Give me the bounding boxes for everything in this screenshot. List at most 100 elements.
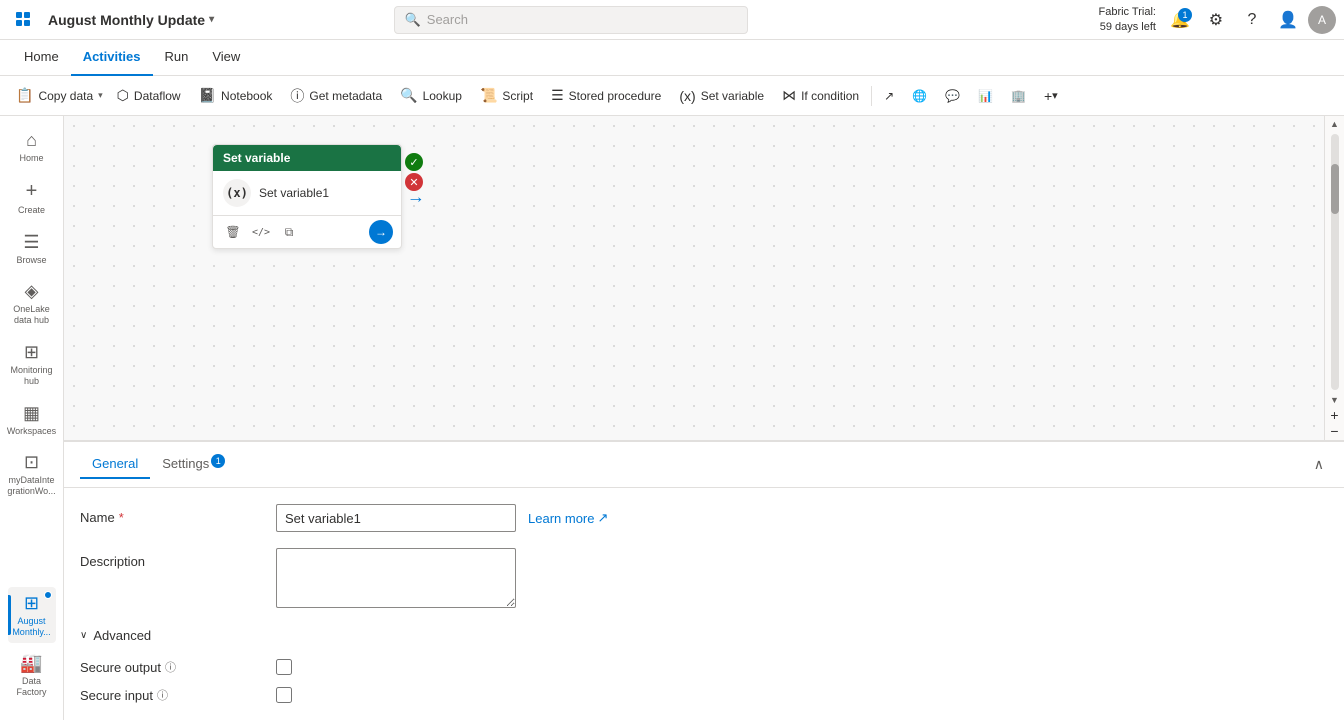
zoom-in-button[interactable]: + [1327, 408, 1343, 424]
bottom-tab-settings[interactable]: Settings 1 [150, 450, 229, 479]
set-variable-button[interactable]: (x) Set variable [671, 80, 772, 112]
notebook-icon: 📓 [199, 87, 216, 104]
sidebar-item-onelake[interactable]: ◈ OneLake data hub [8, 275, 56, 332]
sidebar-item-monitoring[interactable]: ⊞ Monitoring hub [8, 336, 56, 393]
name-input[interactable] [276, 504, 516, 532]
secure-output-info-icon[interactable]: ⓘ [165, 659, 176, 675]
activity-node-icon-circle: (x) [223, 179, 251, 207]
sidebar-item-august-monthly[interactable]: ⊞ August Monthly... [8, 587, 56, 644]
scroll-up-button[interactable]: ▲ [1327, 116, 1343, 132]
sidebar-item-home[interactable]: ⌂ Home [8, 124, 56, 170]
advanced-chevron: ∨ [80, 630, 87, 641]
tab-view[interactable]: View [200, 40, 252, 76]
secure-input-info-icon[interactable]: ⓘ [157, 687, 168, 703]
bottom-tab-general[interactable]: General [80, 450, 150, 479]
collapse-button[interactable]: ∧ [1310, 452, 1328, 477]
sidebar-item-home-label: Home [19, 153, 43, 164]
set-variable-label: Set variable [701, 89, 764, 103]
bottom-panel: General Settings 1 ∧ Name * [64, 440, 1344, 720]
lookup-icon: 🔍 [400, 87, 417, 104]
search-bar[interactable]: 🔍 Search [394, 6, 748, 34]
description-input[interactable] [276, 548, 516, 608]
fabric-trial-line2: 59 days left [1099, 20, 1156, 34]
help-button[interactable]: ? [1236, 4, 1268, 36]
more-button[interactable]: + ▾ [1036, 80, 1066, 112]
scroll-thumb[interactable] [1331, 164, 1339, 214]
create-icon: + [26, 180, 38, 203]
settings-button[interactable]: ⚙ [1200, 4, 1232, 36]
if-condition-button[interactable]: ⋈ If condition [774, 80, 867, 112]
pipeline-canvas[interactable]: Set variable (x) Set variable1 ✓ ✕ → [64, 116, 1344, 440]
toolbar-globe-button[interactable]: 🌐 [904, 80, 935, 112]
datafactory-icon: 🏭 [20, 653, 42, 674]
if-condition-label: If condition [801, 89, 859, 103]
notification-button[interactable]: 🔔 1 [1164, 4, 1196, 36]
onelake-icon: ◈ [25, 281, 39, 302]
script-button[interactable]: 📜 Script [472, 80, 541, 112]
activity-node-icon: (x) [226, 186, 248, 200]
apps-icon[interactable] [8, 4, 40, 36]
globe-icon: 🌐 [912, 89, 927, 103]
advanced-label: Advanced [93, 628, 151, 643]
notebook-button[interactable]: 📓 Notebook [191, 80, 281, 112]
avatar[interactable]: A [1308, 6, 1336, 34]
scroll-down-button[interactable]: ▼ [1327, 392, 1343, 408]
more-icon: + [1044, 88, 1052, 104]
secure-output-checkbox[interactable] [276, 659, 292, 675]
mydata-icon: ⊡ [24, 452, 39, 473]
app-name-chevron: ▾ [209, 14, 214, 25]
copy-data-button[interactable]: 📋 Copy data ▾ [8, 80, 107, 112]
sidebar-item-mydata[interactable]: ⊡ myDataInte grationWo... [8, 446, 56, 503]
stored-procedure-button[interactable]: ☰ Stored procedure [543, 80, 669, 112]
stored-procedure-label: Stored procedure [569, 89, 662, 103]
lookup-button[interactable]: 🔍 Lookup [392, 80, 470, 112]
activity-output-connector[interactable]: → [407, 186, 425, 207]
bottom-tab-general-label: General [92, 456, 138, 471]
sidebar-item-browse[interactable]: ☰ Browse [8, 226, 56, 272]
toolbar-teams-button[interactable]: 💬 [937, 80, 968, 112]
tab-activities[interactable]: Activities [71, 40, 153, 76]
activity-node-name: Set variable1 [259, 186, 329, 200]
left-sidebar: ⌂ Home + Create ☰ Browse ◈ OneLake data … [0, 116, 64, 720]
if-condition-icon: ⋈ [782, 87, 796, 104]
activity-code-button[interactable]: </> [249, 220, 273, 244]
sidebar-item-create[interactable]: + Create [8, 174, 56, 222]
search-icon: 🔍 [405, 12, 421, 28]
secure-output-label: Secure output [80, 660, 161, 675]
sidebar-item-onelake-label: OneLake data hub [12, 304, 52, 326]
script-icon: 📜 [480, 87, 497, 104]
user-profile-button[interactable]: 👤 [1272, 4, 1304, 36]
set-variable-icon: (x) [679, 88, 695, 104]
set-variable-activity-node[interactable]: Set variable (x) Set variable1 ✓ ✕ → [212, 144, 402, 249]
notification-badge: 1 [1178, 8, 1192, 22]
activities-toolbar: 📋 Copy data ▾ ⬡ Dataflow 📓 Notebook ⓘ Ge… [0, 76, 1344, 116]
sidebar-item-workspaces[interactable]: ▦ Workspaces [8, 397, 56, 443]
get-metadata-icon: ⓘ [290, 86, 304, 106]
advanced-header[interactable]: ∨ Advanced [80, 624, 1328, 647]
activity-success-icon[interactable]: ✓ [405, 153, 423, 171]
activity-copy-button[interactable]: ⧉ [277, 220, 301, 244]
teams-icon: 💬 [945, 89, 960, 103]
dataflow-button[interactable]: ⬡ Dataflow [109, 80, 189, 112]
get-metadata-button[interactable]: ⓘ Get metadata [282, 80, 390, 112]
settings-badge: 1 [211, 454, 225, 468]
app-name[interactable]: August Monthly Update ▾ [48, 12, 214, 28]
sidebar-item-datafactory[interactable]: 🏭 Data Factory [8, 647, 56, 704]
toolbar-office-button[interactable]: 📊 [970, 80, 1001, 112]
secure-input-checkbox[interactable] [276, 687, 292, 703]
zoom-out-button[interactable]: − [1327, 424, 1343, 440]
sidebar-item-mydata-label: myDataInte grationWo... [7, 475, 55, 497]
toolbar-teams2-button[interactable]: 🏢 [1003, 80, 1034, 112]
activity-run-button[interactable]: → [369, 220, 393, 244]
tab-run[interactable]: Run [153, 40, 201, 76]
toolbar-link-icon-1[interactable]: ↗ [876, 80, 902, 112]
browse-icon: ☰ [23, 232, 39, 253]
activity-delete-button[interactable]: 🗑 [221, 220, 245, 244]
bottom-tabs: General Settings 1 [80, 450, 229, 479]
tab-home[interactable]: Home [12, 40, 71, 76]
learn-more-link[interactable]: Learn more ↗ [528, 510, 608, 526]
activity-node-body: (x) Set variable1 [213, 171, 401, 215]
activity-toolbar: 🗑 </> ⧉ → [213, 215, 401, 248]
secure-output-row: Secure output ⓘ [80, 659, 1328, 675]
copy-data-arrow: ▾ [98, 90, 103, 101]
